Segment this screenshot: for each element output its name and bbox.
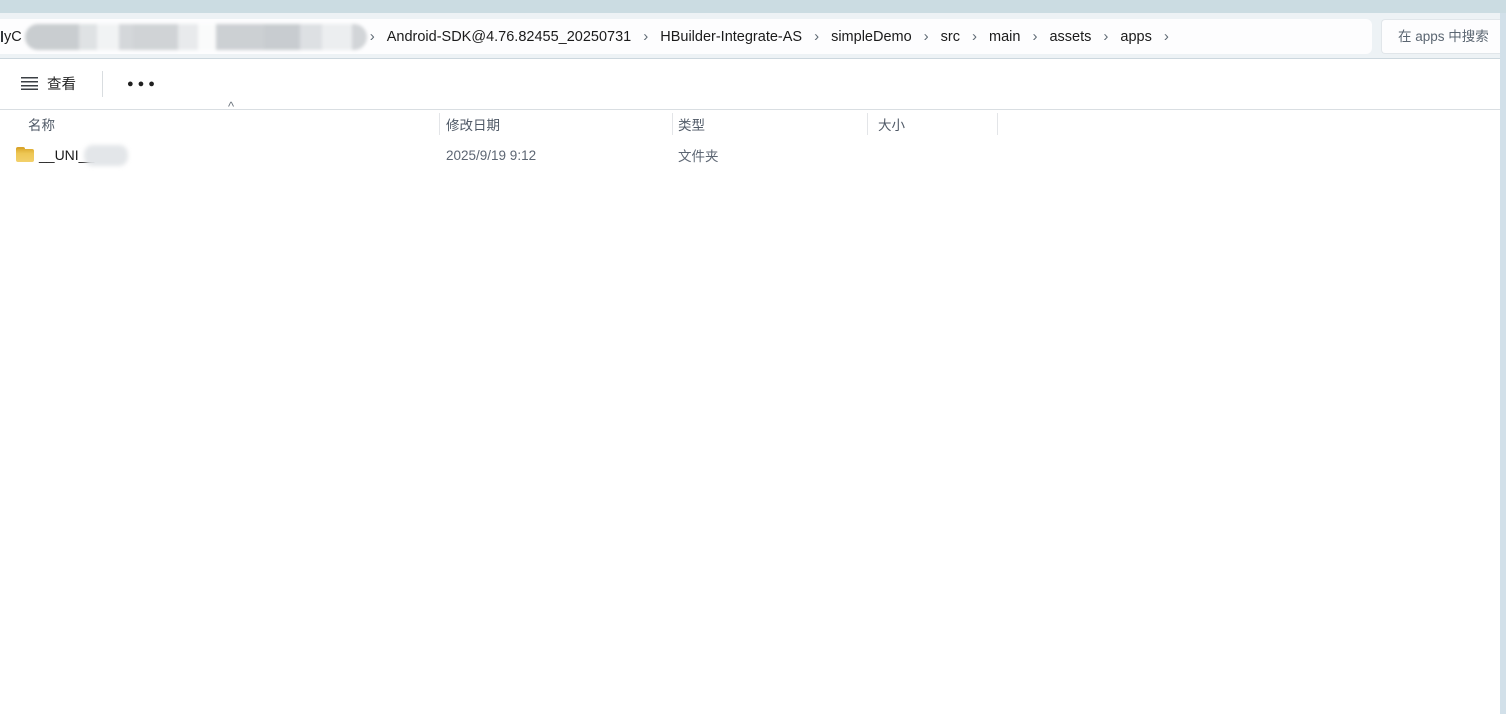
breadcrumb-chevron-icon[interactable]: ›	[921, 28, 932, 45]
column-header-type[interactable]: 类型	[678, 110, 705, 138]
column-resize-handle[interactable]	[997, 113, 998, 135]
window-edge-strip	[1500, 13, 1506, 714]
breadcrumb-item-android-sdk[interactable]: Android-SDK@4.76.82455_20250731	[378, 29, 641, 45]
folder-icon	[16, 147, 34, 162]
file-explorer-window: yC › Android-SDK@4.76.82455_20250731 › H…	[0, 0, 1506, 714]
redacted-path-segment	[24, 23, 367, 50]
window-titlebar	[0, 0, 1506, 13]
sort-ascending-icon: ^	[227, 99, 235, 114]
breadcrumb: yC › Android-SDK@4.76.82455_20250731 › H…	[0, 19, 1372, 54]
search-input[interactable]	[1382, 29, 1500, 44]
breadcrumb-chevron-icon[interactable]: ›	[1100, 28, 1111, 45]
breadcrumb-item-assets[interactable]: assets	[1040, 29, 1100, 45]
breadcrumb-item-hbuilder-integrate-as[interactable]: HBuilder-Integrate-AS	[651, 29, 811, 45]
view-button[interactable]: 查看	[13, 67, 84, 100]
breadcrumb-chevron-icon[interactable]: ›	[1029, 28, 1040, 45]
see-more-button[interactable]: ●●●	[117, 70, 169, 98]
breadcrumb-item-src[interactable]: src	[932, 29, 969, 45]
search-box	[1381, 19, 1500, 54]
address-bar: yC › Android-SDK@4.76.82455_20250731 › H…	[0, 13, 1500, 58]
clipped-path-text: yC	[4, 28, 22, 45]
column-header-date-modified[interactable]: 修改日期	[446, 110, 500, 138]
breadcrumb-item-apps[interactable]: apps	[1111, 29, 1160, 45]
column-resize-handle[interactable]	[439, 113, 440, 135]
file-row[interactable]: __UNI__08 2025/9/19 9:12 文件夹	[0, 141, 1000, 169]
breadcrumb-chevron-icon[interactable]: ›	[811, 28, 822, 45]
file-date-modified: 2025/9/19 9:12	[446, 147, 537, 163]
breadcrumb-item-simpledemo[interactable]: simpleDemo	[822, 29, 921, 45]
breadcrumb-chevron-icon[interactable]: ›	[367, 28, 378, 45]
breadcrumb-item-main[interactable]: main	[980, 29, 1029, 45]
clipped-letter-stroke	[1, 31, 3, 42]
column-resize-handle[interactable]	[867, 113, 868, 135]
column-resize-handle[interactable]	[672, 113, 673, 135]
column-headers: ^ 名称 修改日期 类型 大小	[0, 100, 1500, 138]
breadcrumb-chevron-icon[interactable]: ›	[969, 28, 980, 45]
breadcrumb-chevron-icon[interactable]: ›	[1161, 28, 1172, 45]
view-button-label: 查看	[47, 77, 76, 93]
column-header-size[interactable]: 大小	[878, 110, 905, 138]
column-header-name[interactable]: 名称	[28, 110, 55, 138]
toolbar-divider	[102, 70, 103, 97]
file-type: 文件夹	[678, 149, 719, 164]
list-lines-icon	[21, 77, 38, 90]
breadcrumb-chevron-icon[interactable]: ›	[640, 28, 651, 45]
redacted-file-name-segment	[84, 145, 128, 166]
